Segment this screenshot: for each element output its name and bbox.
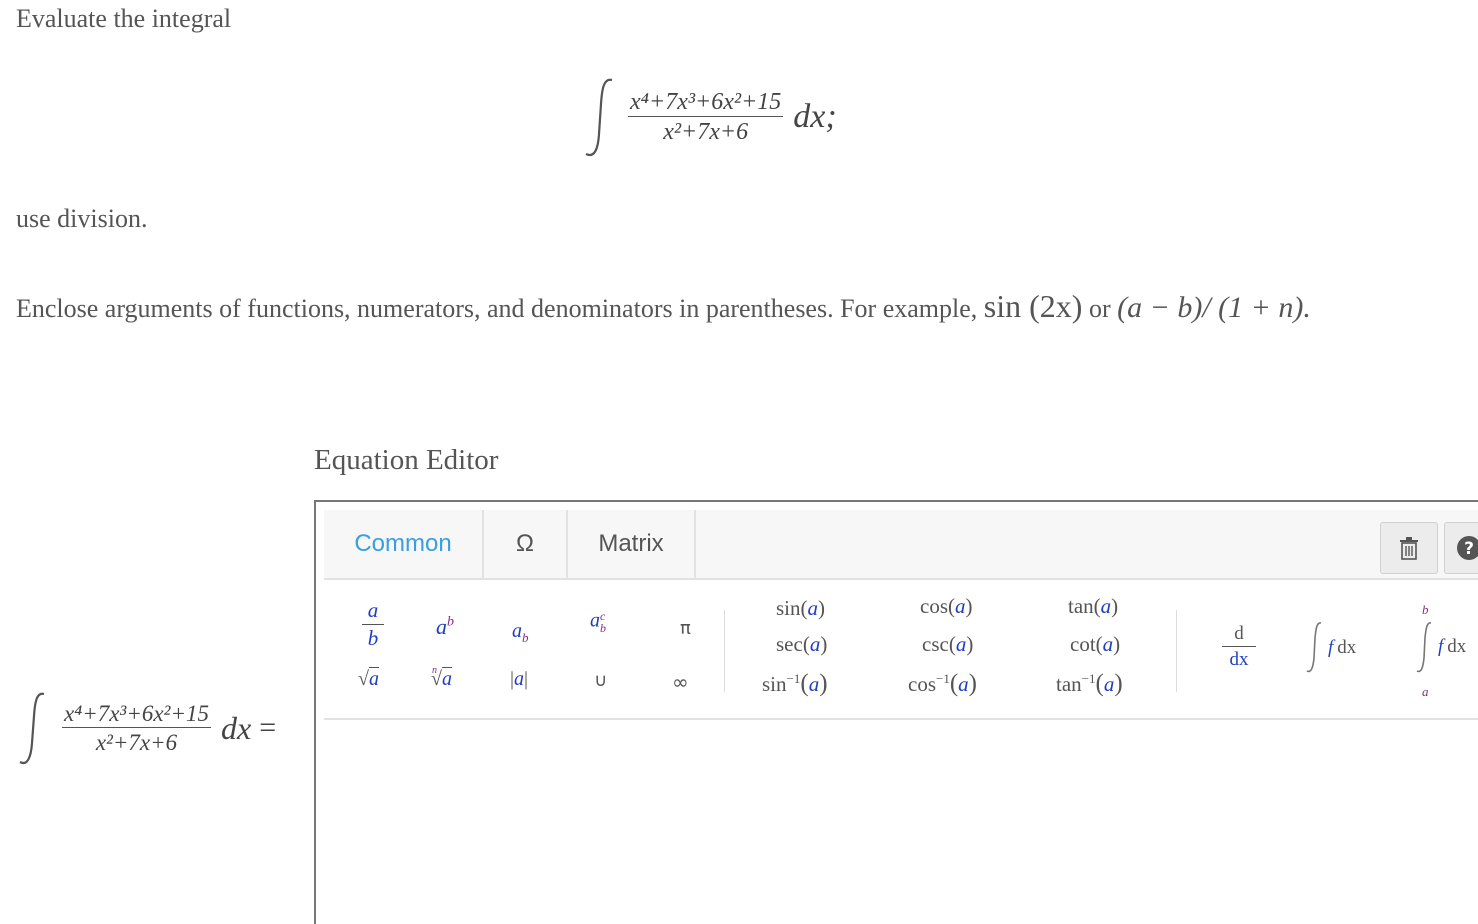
- answer-differential: dx: [220, 709, 252, 746]
- palette-definite-integral[interactable]: b f dx a: [1414, 602, 1478, 702]
- palette-abs[interactable]: |a|: [510, 668, 528, 691]
- svg-text:?: ?: [1464, 539, 1474, 559]
- question-instruction: use division.: [16, 204, 148, 233]
- palette-divider: [1176, 610, 1177, 692]
- question-integral: x⁴+7x³+6x²+15 x²+7x+6 dx;: [582, 72, 837, 162]
- editor-title: Equation Editor: [314, 444, 499, 476]
- palette-arcsin[interactable]: sin−1(a): [762, 670, 828, 698]
- derivative-top: d: [1234, 623, 1244, 644]
- hint-prefix: Enclose arguments of functions, numerato…: [16, 294, 984, 323]
- integral-icon: [19, 692, 45, 765]
- palette-fraction[interactable]: a b: [362, 600, 384, 649]
- palette-sub-superscript[interactable]: acb: [590, 610, 606, 634]
- answer-equals: =: [259, 711, 277, 744]
- palette-csc[interactable]: csc(a): [922, 632, 973, 657]
- question-hint: Enclose arguments of functions, numerato…: [16, 288, 1311, 325]
- tab-matrix[interactable]: Matrix: [568, 510, 696, 578]
- palette-sin[interactable]: sin(a): [776, 596, 825, 621]
- answer-numerator: x⁴+7x³+6x²+15: [62, 701, 211, 728]
- answer-input-area[interactable]: [324, 718, 1478, 918]
- question-denominator: x²+7x+6: [663, 119, 749, 145]
- palette-arccos[interactable]: cos−1(a): [908, 670, 977, 698]
- palette-nth-root[interactable]: n√a: [431, 665, 452, 691]
- integral-icon: [1306, 622, 1322, 673]
- palette-sqrt[interactable]: √a: [358, 667, 379, 691]
- answer-denominator: x²+7x+6: [95, 730, 178, 755]
- help-icon: ?: [1457, 536, 1478, 560]
- palette-union[interactable]: ∪: [594, 670, 607, 691]
- integral-icon: [1416, 622, 1432, 673]
- integral-icon: [585, 78, 613, 157]
- editor-tabbar: Common Ω Matrix: [324, 510, 1478, 580]
- answer-fraction: x⁴+7x³+6x²+15 x²+7x+6: [62, 702, 211, 754]
- palette-arctan[interactable]: tan−1(a): [1056, 670, 1123, 698]
- trash-icon: [1400, 537, 1418, 560]
- tab-common[interactable]: Common: [324, 510, 484, 578]
- palette-cot[interactable]: cot(a): [1070, 632, 1120, 657]
- palette-fraction-num: a: [367, 598, 379, 622]
- palette-sec[interactable]: sec(a): [776, 632, 827, 657]
- definite-lower: a: [1422, 684, 1429, 699]
- editor-inner: Common Ω Matrix ? a b ab ab a c b π √a n…: [324, 510, 1478, 918]
- hint-or: or: [1082, 294, 1118, 323]
- equation-editor: Common Ω Matrix ? a b ab ab a c b π √a n…: [314, 500, 1478, 924]
- definite-upper: b: [1422, 602, 1429, 617]
- palette-fraction-den: b: [367, 626, 379, 650]
- palette-divider: [724, 610, 725, 692]
- question-differential: dx;: [793, 98, 837, 135]
- question-fraction: x⁴+7x³+6x²+15 x²+7x+6: [628, 89, 784, 145]
- question-prompt: Evaluate the integral: [16, 4, 232, 33]
- palette-infinity[interactable]: ∞: [672, 670, 689, 694]
- derivative-bottom: dx: [1229, 649, 1249, 670]
- palette-power[interactable]: ab: [436, 614, 454, 640]
- palette-cos[interactable]: cos(a): [920, 594, 973, 619]
- help-button[interactable]: ?: [1444, 522, 1478, 574]
- hint-example-fraction: (a − b)/ (1 + n).: [1117, 291, 1311, 324]
- tab-greek[interactable]: Ω: [484, 510, 568, 578]
- answer-lhs: x⁴+7x³+6x²+15 x²+7x+6 dx =: [16, 688, 276, 768]
- question-numerator: x⁴+7x³+6x²+15: [628, 89, 784, 117]
- palette-tan[interactable]: tan(a): [1068, 594, 1118, 619]
- delete-button[interactable]: [1380, 522, 1438, 574]
- hint-example-sin: sin (2x): [983, 288, 1083, 324]
- palette-pi[interactable]: π: [680, 618, 691, 639]
- palette-derivative[interactable]: d dx: [1222, 624, 1256, 669]
- palette-indefinite-integral[interactable]: f dx: [1306, 620, 1356, 676]
- palette-subscript[interactable]: ab: [512, 620, 529, 646]
